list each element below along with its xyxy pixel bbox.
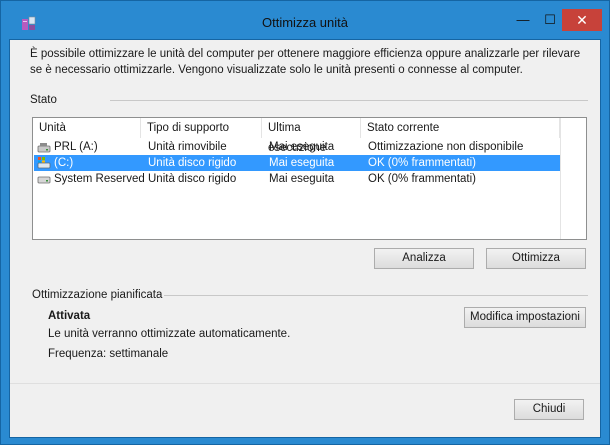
minimize-button[interactable]: — bbox=[511, 9, 535, 31]
intro-text: È possibile ottimizzare le unità del com… bbox=[30, 48, 581, 76]
drive-row-selected[interactable]: (C:) Unità disco rigido Mai eseguita OK … bbox=[34, 155, 561, 171]
schedule-description: Le unità verranno ottimizzate automatica… bbox=[48, 328, 291, 340]
drive-status: OK (0% frammentati) bbox=[368, 157, 476, 169]
dialog-footer: Chiudi bbox=[10, 383, 600, 437]
drive-media-type: Unità rimovibile bbox=[148, 141, 227, 153]
dialog-content: È possibile ottimizzare le unità del com… bbox=[9, 39, 601, 438]
status-section-label: Stato bbox=[30, 94, 57, 106]
drive-name: PRL (A:) bbox=[54, 141, 98, 153]
column-header-unit[interactable]: Unità bbox=[33, 118, 141, 138]
drive-media-type: Unità disco rigido bbox=[148, 157, 237, 169]
status-separator bbox=[110, 100, 588, 101]
hard-disk-icon bbox=[37, 176, 51, 184]
drive-name: (C:) bbox=[54, 157, 74, 169]
drive-row[interactable]: PRL (A:) Unità rimovibile Mai eseguita O… bbox=[34, 139, 561, 155]
drive-media-type: Unità disco rigido bbox=[148, 173, 237, 185]
drive-last-run: Mai eseguita bbox=[269, 157, 335, 169]
scheduled-separator bbox=[164, 295, 588, 296]
column-header-last-run[interactable]: Ultima esecuzione bbox=[262, 118, 361, 154]
drive-last-run: Mai eseguita bbox=[269, 141, 335, 153]
drive-last-run: Mai eseguita bbox=[269, 173, 335, 185]
close-window-button[interactable]: ✕ bbox=[562, 9, 602, 31]
drive-status: OK (0% frammentati) bbox=[368, 173, 476, 185]
drive-name: System Reserved bbox=[54, 173, 145, 185]
analyze-button[interactable]: Analizza bbox=[374, 248, 474, 269]
change-settings-button[interactable]: Modifica impostazioni bbox=[464, 307, 586, 328]
close-button[interactable]: Chiudi bbox=[514, 399, 584, 420]
list-empty-column bbox=[560, 118, 586, 239]
column-header-current-status[interactable]: Stato corrente bbox=[361, 118, 560, 138]
removable-drive-icon bbox=[37, 143, 51, 153]
maximize-button[interactable]: ☐ bbox=[538, 9, 562, 31]
optimize-drives-window: Ottimizza unità — ☐ ✕ È possibile ottimi… bbox=[0, 0, 610, 445]
drives-list[interactable]: Unità Tipo di supporto Ultima esecuzione… bbox=[32, 117, 587, 240]
optimize-button[interactable]: Ottimizza bbox=[486, 248, 586, 269]
drive-status: Ottimizzazione non disponibile bbox=[368, 141, 524, 153]
system-drive-icon bbox=[37, 157, 51, 169]
column-header-media-type[interactable]: Tipo di supporto bbox=[141, 118, 262, 138]
schedule-state: Attivata bbox=[48, 310, 91, 322]
title-bar[interactable]: Ottimizza unità — ☐ ✕ bbox=[1, 1, 609, 39]
schedule-frequency: Frequenza: settimanale bbox=[48, 348, 169, 360]
scheduled-section-label: Ottimizzazione pianificata bbox=[32, 289, 163, 301]
drive-row[interactable]: System Reserved Unità disco rigido Mai e… bbox=[34, 171, 561, 187]
